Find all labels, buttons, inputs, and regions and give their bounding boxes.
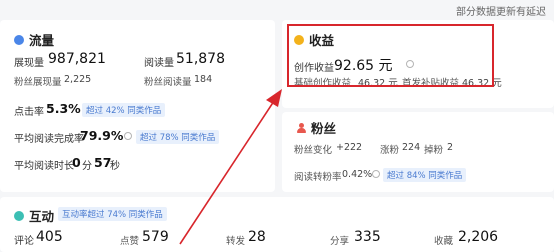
annotation-arrow — [179, 89, 282, 245]
